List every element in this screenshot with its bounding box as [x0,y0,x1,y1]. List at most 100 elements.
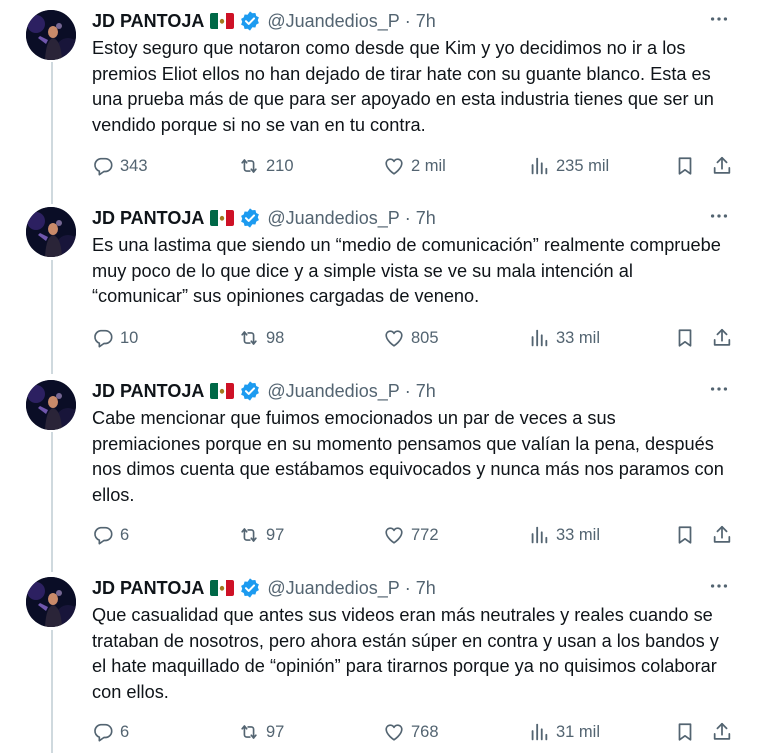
tweet-actions: 6 97 768 31 mil [92,719,742,745]
share-button[interactable] [711,153,733,179]
tweet-header: JD PANTOJA @Juandedios_P · 7h [92,207,436,229]
views-button[interactable]: 235 mil [528,153,609,179]
tweet-header: JD PANTOJA @Juandedios_P · 7h [92,10,436,32]
more-options-icon[interactable] [708,575,730,597]
like-count: 805 [411,328,439,347]
bookmark-button[interactable] [674,153,696,179]
tweet-timestamp[interactable]: 7h [416,578,436,599]
reply-count: 6 [120,525,130,544]
tweet[interactable]: JD PANTOJA @Juandedios_P · 7h Estoy seguro q… [0,10,760,183]
verified-badge-icon[interactable] [239,207,261,229]
bookmark-icon [674,327,696,349]
share-icon [711,524,733,546]
like-button[interactable]: 768 [383,719,439,745]
tweet-text: Que casualidad que antes sus videos eran… [92,605,719,702]
tweet-header: JD PANTOJA @Juandedios_P · 7h [92,380,436,402]
bookmark-button[interactable] [674,719,696,745]
author-name[interactable]: JD PANTOJA [92,208,204,229]
retweet-count: 98 [266,328,285,347]
author-handle[interactable]: @Juandedios_P [267,578,399,599]
reply-icon [92,721,120,743]
like-icon [383,155,411,177]
views-count: 31 mil [556,722,601,741]
verified-badge-icon[interactable] [239,577,261,599]
author-name[interactable]: JD PANTOJA [92,381,204,402]
tweet-text: Estoy seguro que notaron como desde que … [92,38,714,135]
verified-badge-icon[interactable] [239,380,261,402]
reply-count: 343 [120,156,148,175]
avatar[interactable] [26,207,76,257]
like-icon [383,524,411,546]
like-icon [383,721,411,743]
like-button[interactable]: 772 [383,522,439,548]
more-options-icon[interactable] [708,378,730,400]
tweet-timestamp[interactable]: 7h [416,208,436,229]
reply-button[interactable]: 6 [92,522,129,548]
more-options-icon[interactable] [708,205,730,227]
retweet-count: 97 [266,525,285,544]
tweet[interactable]: JD PANTOJA @Juandedios_P · 7h Cabe mencionar… [0,380,760,552]
separator: · [404,207,411,228]
avatar[interactable] [26,10,76,60]
bookmark-icon [674,721,696,743]
share-button[interactable] [711,719,733,745]
tweet-text: Es una lastima que siendo un “medio de c… [92,235,721,306]
tweet-timestamp[interactable]: 7h [416,381,436,402]
reply-icon [92,524,120,546]
avatar[interactable] [26,380,76,430]
author-handle[interactable]: @Juandedios_P [267,381,399,402]
share-icon [711,155,733,177]
views-button[interactable]: 31 mil [528,719,600,745]
share-button[interactable] [711,325,733,351]
reply-icon [92,327,120,349]
reply-button[interactable]: 343 [92,153,148,179]
tweet-actions: 6 97 772 33 mil [92,522,742,548]
bookmark-button[interactable] [674,325,696,351]
reply-icon [92,155,120,177]
retweet-icon [238,155,266,177]
retweet-button[interactable]: 98 [238,325,284,351]
views-icon [528,524,556,546]
retweet-button[interactable]: 210 [238,153,294,179]
author-handle[interactable]: @Juandedios_P [267,11,399,32]
views-count: 33 mil [556,525,601,544]
bookmark-button[interactable] [674,522,696,548]
reply-button[interactable]: 6 [92,719,129,745]
avatar[interactable] [26,577,76,627]
separator: · [404,10,411,31]
author-handle[interactable]: @Juandedios_P [267,208,399,229]
views-count: 33 mil [556,328,601,347]
tweet-actions: 10 98 805 33 mil [92,325,742,351]
views-button[interactable]: 33 mil [528,522,600,548]
like-button[interactable]: 2 mil [383,153,446,179]
tweet-text: Cabe mencionar que fuimos emocionados un… [92,408,724,505]
tweet[interactable]: JD PANTOJA @Juandedios_P · 7h Que casualidad… [0,577,760,749]
views-button[interactable]: 33 mil [528,325,600,351]
tweet-timestamp[interactable]: 7h [416,11,436,32]
author-name[interactable]: JD PANTOJA [92,11,204,32]
reply-button[interactable]: 10 [92,325,138,351]
author-name[interactable]: JD PANTOJA [92,578,204,599]
mexico-flag-icon [210,210,235,226]
retweet-count: 97 [266,722,285,741]
bookmark-icon [674,155,696,177]
views-icon [528,155,556,177]
views-icon [528,721,556,743]
like-count: 768 [411,722,439,741]
tweet[interactable]: JD PANTOJA @Juandedios_P · 7h Es una lastima… [0,207,760,355]
tweet-header: JD PANTOJA @Juandedios_P · 7h [92,577,436,599]
share-icon [711,721,733,743]
share-button[interactable] [711,522,733,548]
retweet-button[interactable]: 97 [238,719,284,745]
more-options-icon[interactable] [708,8,730,30]
retweet-icon [238,327,266,349]
like-icon [383,327,411,349]
like-count: 772 [411,525,439,544]
verified-badge-icon[interactable] [239,10,261,32]
share-icon [711,327,733,349]
separator: · [404,380,411,401]
separator: · [404,577,411,598]
retweet-button[interactable]: 97 [238,522,284,548]
like-button[interactable]: 805 [383,325,439,351]
mexico-flag-icon [210,13,235,29]
